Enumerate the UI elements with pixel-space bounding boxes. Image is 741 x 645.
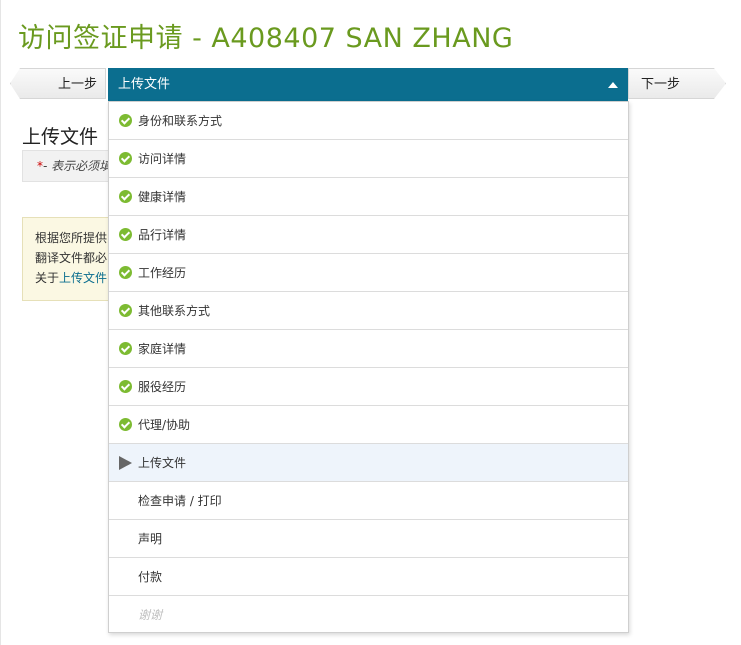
upload-info-link[interactable]: 上传文件	[59, 271, 107, 285]
step-navigation: 上一步 上传文件 下一步	[10, 68, 726, 101]
check-circle-icon	[119, 380, 132, 393]
step-label: 身份和联系方式	[138, 114, 223, 128]
step-label: 工作经历	[138, 266, 187, 280]
step-label: 其他联系方式	[138, 304, 211, 318]
step-item-other-contacts[interactable]: 其他联系方式	[109, 292, 628, 330]
current-arrow-icon	[119, 456, 132, 470]
step-item-thanks: 谢谢	[109, 596, 628, 634]
step-item-visit[interactable]: 访问详情	[109, 140, 628, 178]
step-label: 品行详情	[138, 228, 187, 242]
step-label: 付款	[138, 570, 163, 584]
check-circle-icon	[119, 418, 132, 431]
step-item-agent[interactable]: 代理/协助	[109, 406, 628, 444]
check-circle-icon	[119, 228, 132, 241]
step-label: 上传文件	[138, 456, 187, 470]
page-title: 访问签证申请 - A408407 SAN ZHANG	[18, 23, 514, 54]
info-line-1: 根据您所提供	[35, 231, 108, 245]
step-item-declaration[interactable]: 声明	[109, 520, 628, 558]
step-select-value: 上传文件	[118, 77, 171, 92]
check-circle-icon	[119, 266, 132, 279]
step-label: 代理/协助	[138, 418, 191, 432]
info-line-3: 关于上传文件	[35, 268, 111, 288]
caret-up-icon	[608, 82, 618, 88]
step-label: 健康详情	[138, 190, 187, 204]
previous-step-button[interactable]: 上一步	[10, 68, 106, 99]
step-dropdown-list: 身份和联系方式 访问详情 健康详情 品行详情 工作经历 其他联系方式 家庭详情 …	[108, 101, 629, 633]
next-step-button[interactable]: 下一步	[628, 68, 726, 99]
step-label: 服役经历	[138, 380, 187, 394]
step-item-family[interactable]: 家庭详情	[109, 330, 628, 368]
info-prefix: 关于	[35, 271, 60, 285]
step-item-employment[interactable]: 工作经历	[109, 254, 628, 292]
step-item-review-print[interactable]: 检查申请 / 打印	[109, 482, 628, 520]
step-label: 检查申请 / 打印	[138, 494, 222, 508]
step-item-military[interactable]: 服役经历	[109, 368, 628, 406]
step-select[interactable]: 上传文件	[108, 68, 628, 101]
step-item-payment[interactable]: 付款	[109, 558, 628, 596]
page-left-border	[0, 0, 1, 645]
step-item-health[interactable]: 健康详情	[109, 178, 628, 216]
step-label: 访问详情	[138, 152, 187, 166]
required-note: - 表示必须填	[43, 159, 112, 173]
step-label: 谢谢	[138, 608, 163, 622]
check-circle-icon	[119, 190, 132, 203]
step-item-character[interactable]: 品行详情	[109, 216, 628, 254]
section-title: 上传文件	[22, 126, 99, 148]
step-label: 声明	[138, 532, 163, 546]
check-circle-icon	[119, 304, 132, 317]
check-circle-icon	[119, 152, 132, 165]
step-label: 家庭详情	[138, 342, 187, 356]
check-circle-icon	[119, 342, 132, 355]
info-notice: 根据您所提供 翻译文件都必 关于上传文件	[22, 217, 112, 301]
step-item-identity[interactable]: 身份和联系方式	[109, 102, 628, 140]
required-legend: *- 表示必须填	[22, 150, 112, 182]
check-circle-icon	[119, 114, 132, 127]
info-line-2: 翻译文件都必	[35, 251, 108, 265]
step-item-upload[interactable]: 上传文件	[109, 444, 628, 482]
